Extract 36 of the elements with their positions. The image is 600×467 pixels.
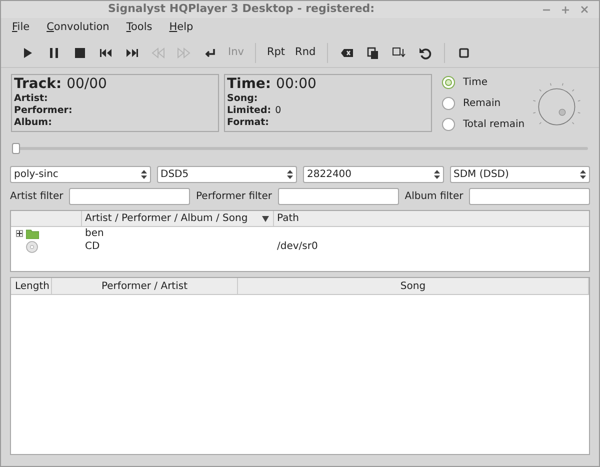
dropdown[interactable]: DSD5 [156, 166, 297, 183]
toolbar-button[interactable]: Rpt [262, 40, 290, 64]
field-label: Limited: [227, 105, 272, 117]
menu-item[interactable]: Help [163, 20, 200, 36]
menu-item[interactable]: Convolution [40, 20, 116, 36]
radio-option[interactable]: Remain [442, 96, 525, 111]
panel-value: 00/00 [66, 75, 107, 93]
filter-label: Album filter [404, 190, 464, 204]
tree-item[interactable]: CD [82, 239, 274, 254]
column-header[interactable]: Performer / Artist [52, 278, 238, 294]
radio-option[interactable]: Total remain [442, 117, 525, 132]
toolbar-button[interactable]: Rnd [290, 40, 321, 64]
window-title: Signalyst HQPlayer 3 Desktop - registered: [108, 1, 375, 18]
dropdown[interactable]: 2822400 [303, 166, 444, 183]
menu-item[interactable]: Tools [120, 20, 158, 36]
panel-heading: Track: [14, 75, 62, 93]
panel-heading: Time: [227, 75, 272, 93]
filter-label: Artist filter [10, 190, 64, 204]
filter-label: Performer filter [196, 190, 272, 204]
radio-option[interactable]: Time [442, 75, 525, 90]
dropdown[interactable]: poly-sinc [10, 166, 150, 183]
column-header[interactable]: Path [274, 211, 589, 226]
field-label: Album: [14, 117, 52, 129]
panel-value: 00:00 [276, 75, 316, 93]
tree-item[interactable]: ben [82, 226, 274, 241]
field-label: Format: [227, 117, 269, 129]
field-label: Performer: [14, 105, 72, 117]
field-label: Artist: [14, 93, 48, 105]
field-value: 0 [275, 105, 282, 117]
column-header[interactable]: Song [238, 278, 589, 294]
path-cell-text: /dev/sr0 [276, 240, 318, 254]
column-header[interactable]: Length [11, 278, 52, 294]
dropdown[interactable]: SDM (DSD) [450, 166, 590, 183]
column-header[interactable]: Artist / Performer / Album / Song [82, 211, 274, 226]
menu-item[interactable]: File [6, 20, 36, 36]
field-label: Song: [227, 93, 258, 105]
